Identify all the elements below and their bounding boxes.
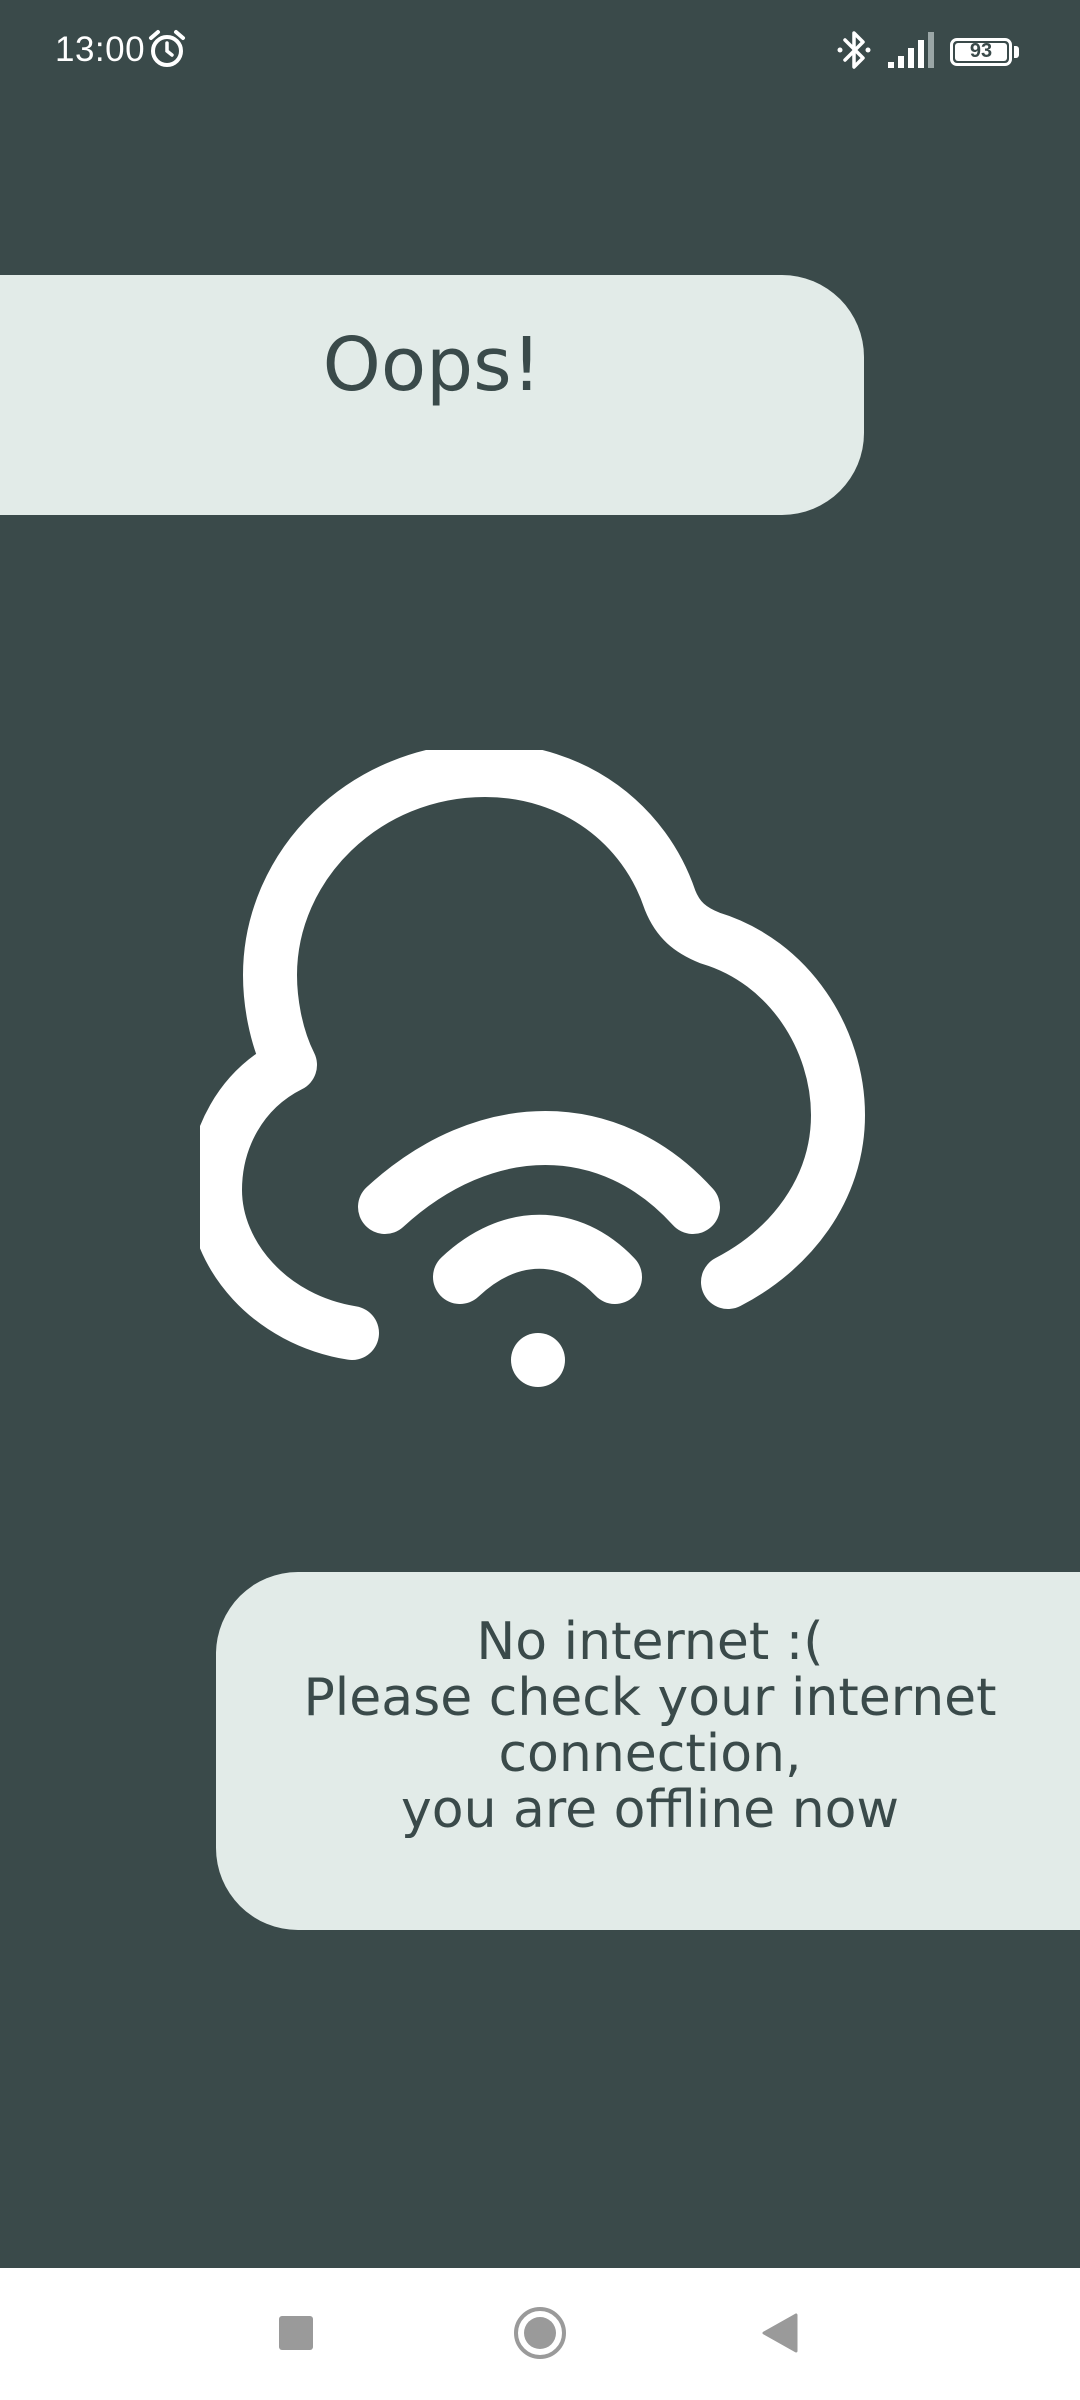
status-bar: 13:00 93: [0, 0, 1080, 105]
back-button[interactable]: [745, 2298, 815, 2368]
recents-square-icon: [279, 2316, 313, 2350]
message-line: Please check your internet: [303, 1668, 997, 1728]
alarm-icon: [149, 30, 185, 67]
navigation-bar: [0, 2268, 1080, 2400]
bluetooth-icon: [837, 31, 871, 69]
home-circle-icon: [514, 2307, 566, 2359]
message-line: No internet :(: [476, 1612, 824, 1672]
offline-message: No internet :( Please check your interne…: [216, 1614, 1080, 1838]
status-time: 13:00: [55, 30, 146, 69]
battery-level: 93: [969, 40, 993, 62]
message-line: you are offline now: [400, 1780, 899, 1840]
page-title: Oops!: [322, 322, 542, 408]
battery-icon: 93: [950, 38, 1012, 66]
home-button[interactable]: [505, 2298, 575, 2368]
cloud-wifi-off-icon: [200, 750, 865, 1387]
header-card: Oops!: [0, 275, 864, 515]
recents-button[interactable]: [261, 2298, 331, 2368]
offline-screen: 13:00 93 Oops! No internet:(Please che…: [0, 0, 1080, 2400]
signal-icon: [888, 32, 934, 68]
back-triangle-icon: [762, 2313, 798, 2353]
message-line: connection,: [498, 1724, 802, 1784]
message-card: No internet :( Please check your interne…: [216, 1572, 1080, 1930]
battery-tip: [1014, 46, 1019, 58]
